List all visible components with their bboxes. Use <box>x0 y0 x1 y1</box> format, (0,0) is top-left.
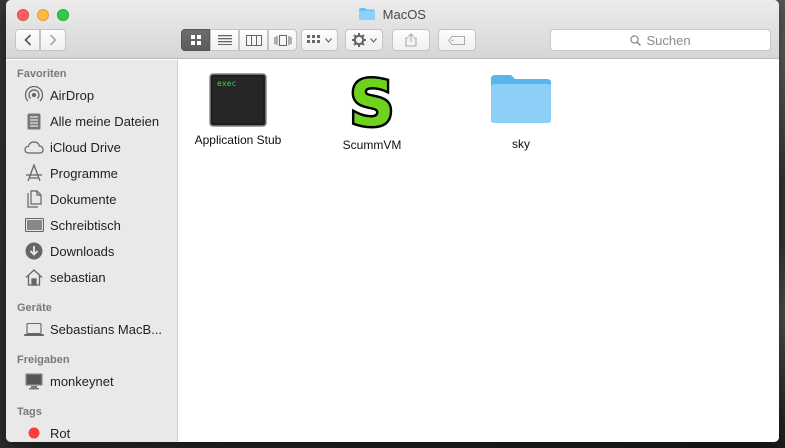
back-button[interactable] <box>15 29 40 51</box>
arrange-button[interactable] <box>301 29 338 51</box>
document-icon <box>24 190 44 208</box>
sidebar-item-documents[interactable]: Dokumente <box>6 186 177 212</box>
group-icon <box>307 35 320 43</box>
sidebar-item-applications[interactable]: Programme <box>6 160 177 186</box>
sidebar-item-home[interactable]: sebastian <box>6 264 177 290</box>
sidebar-item-label: iCloud Drive <box>50 139 121 155</box>
scummvm-icon: S S <box>347 70 397 132</box>
icon-view-icon <box>190 35 201 45</box>
search-input[interactable]: Suchen <box>550 29 771 51</box>
sidebar-item-label: Alle meine Dateien <box>50 113 160 129</box>
chevron-right-icon <box>49 34 57 46</box>
applications-icon <box>24 164 44 182</box>
sidebar-item-label: Downloads <box>50 243 115 259</box>
sidebar-item-label: Sebastians MacB... <box>50 321 162 337</box>
icon-view-button[interactable] <box>181 29 210 51</box>
tag-button[interactable] <box>438 29 476 51</box>
search-icon <box>630 34 642 46</box>
file-item-application-stub[interactable]: exec Application Stub <box>178 73 298 147</box>
chevron-left-icon <box>23 34 31 46</box>
cover-flow-button[interactable] <box>268 29 297 51</box>
search-placeholder: Suchen <box>646 32 691 48</box>
list-view-button[interactable] <box>210 29 239 51</box>
forward-button[interactable] <box>40 29 66 51</box>
finder-window: MacOS Suchen Favoriten AirDrop Alle mein… <box>6 0 779 442</box>
gear-icon <box>351 33 366 47</box>
share-button[interactable] <box>392 29 430 51</box>
action-button[interactable] <box>345 29 383 51</box>
sidebar-item-downloads[interactable]: Downloads <box>6 238 177 264</box>
sidebar-item-label: sebastian <box>50 269 106 285</box>
sidebar-section-devices: Geräte <box>17 302 52 314</box>
sidebar-item-monkeynet[interactable]: monkeynet <box>6 368 177 394</box>
airdrop-icon <box>24 86 44 104</box>
chevron-down-icon <box>369 37 377 43</box>
svg-text:S: S <box>350 70 395 132</box>
cloud-icon <box>24 138 44 156</box>
file-name: ScummVM <box>342 138 402 152</box>
sidebar-item-desktop[interactable]: Schreibtisch <box>6 212 177 238</box>
tag-icon <box>448 35 465 45</box>
sidebar-item-label: AirDrop <box>50 87 95 103</box>
column-view-icon <box>245 34 262 46</box>
list-view-icon <box>217 35 232 45</box>
all-files-icon <box>24 112 44 130</box>
titlebar: MacOS Suchen <box>6 0 779 59</box>
sidebar-item-all-files[interactable]: Alle meine Dateien <box>6 108 177 134</box>
folder-icon <box>359 8 376 20</box>
sidebar-item-label: monkeynet <box>50 373 114 389</box>
download-icon <box>24 242 44 260</box>
cover-flow-icon <box>274 34 291 46</box>
desktop-icon <box>24 216 44 234</box>
sidebar-item-label: Dokumente <box>50 191 117 207</box>
sidebar-item-icloud[interactable]: iCloud Drive <box>6 134 177 160</box>
column-view-button[interactable] <box>239 29 268 51</box>
window-title: MacOS <box>382 7 426 22</box>
chevron-down-icon <box>325 37 332 43</box>
file-name: Application Stub <box>194 133 282 147</box>
home-icon <box>24 268 44 286</box>
sidebar-item-label: Rot <box>50 425 71 441</box>
sidebar-item-label: Programme <box>50 165 118 181</box>
sidebar-item-macbook[interactable]: Sebastians MacB... <box>6 316 177 342</box>
window-title-area: MacOS <box>6 7 779 25</box>
file-name: sky <box>512 137 530 151</box>
sidebar-section-shared: Freigaben <box>17 354 70 366</box>
sidebar: Favoriten AirDrop Alle meine Dateien iCl… <box>6 60 178 442</box>
exec-icon-label: exec <box>217 79 236 88</box>
monitor-icon <box>24 372 44 390</box>
red-tag-dot-icon <box>24 424 44 442</box>
file-item-scummvm[interactable]: S S ScummVM <box>312 70 432 152</box>
folder-icon <box>491 75 551 123</box>
share-icon <box>405 33 417 47</box>
file-browser-area: exec Application Stub S S ScummVM sky <box>179 60 779 442</box>
sidebar-section-tags: Tags <box>17 406 42 418</box>
file-item-sky[interactable]: sky <box>461 74 581 151</box>
exec-icon: exec <box>209 73 267 127</box>
laptop-icon <box>24 320 44 338</box>
sidebar-item-label: Schreibtisch <box>50 217 121 233</box>
sidebar-item-tag-red[interactable]: Rot <box>6 420 177 442</box>
sidebar-item-airdrop[interactable]: AirDrop <box>6 82 177 108</box>
sidebar-section-favorites: Favoriten <box>17 68 67 80</box>
